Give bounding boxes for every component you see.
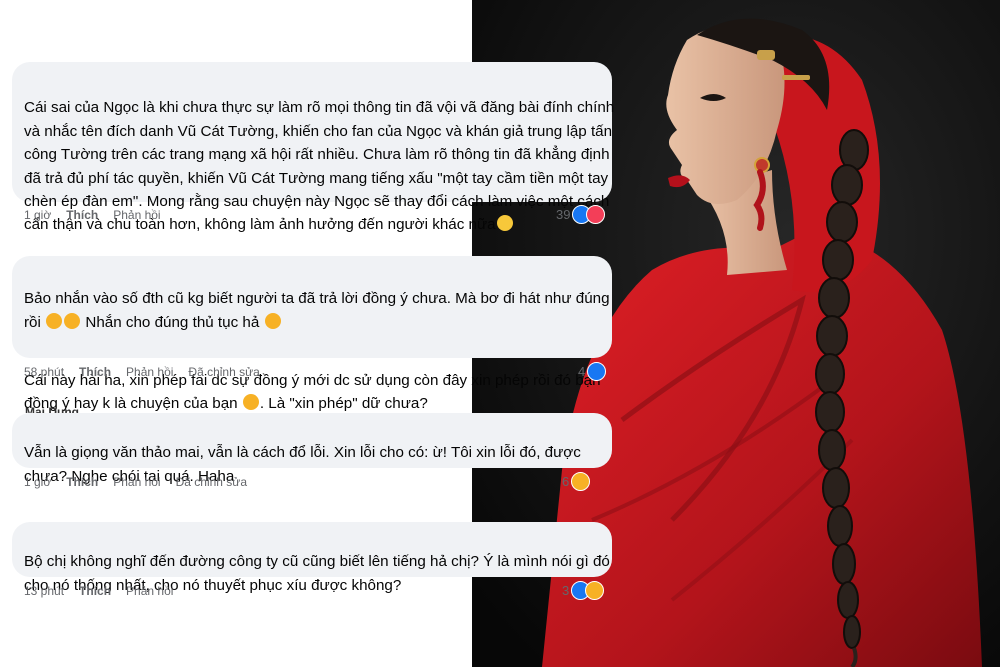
- like-link[interactable]: Thích: [79, 584, 111, 598]
- like-link[interactable]: Thích: [79, 365, 111, 379]
- haha-icon: [585, 581, 605, 600]
- reaction-summary-1[interactable]: 39: [556, 205, 606, 224]
- comment-2-paragraph-1-tail: Nhắn cho đúng thủ tục hả: [85, 313, 260, 331]
- comment-actions-4: 13 phút Thích Phản hồi: [24, 584, 188, 598]
- grin-sweat-emoji-icon: [242, 394, 259, 411]
- rofl-emoji-icon: [46, 312, 63, 329]
- reaction-summary-3[interactable]: 6: [562, 472, 591, 491]
- comment-time: 13 phút: [24, 584, 65, 598]
- reply-link[interactable]: Phản hồi: [113, 208, 160, 222]
- comment-actions-3: 1 giờ Thích Phản hồi Đã chỉnh sửa: [24, 475, 262, 489]
- love-icon: [586, 205, 606, 224]
- comment-2-paragraph-1: Bảo nhắn vào số đth cũ kg biết người ta …: [24, 287, 610, 334]
- like-link[interactable]: Thích: [66, 208, 98, 222]
- reaction-count: 4: [578, 364, 586, 379]
- comment-time: 58 phút: [24, 365, 65, 379]
- reply-link[interactable]: Phản hồi: [113, 475, 160, 489]
- like-icon: [587, 362, 607, 381]
- rofl-emoji-icon: [64, 312, 81, 329]
- rofl-emoji-icon: [264, 312, 281, 329]
- reaction-summary-2[interactable]: 4: [578, 362, 607, 381]
- like-link[interactable]: Thích: [66, 475, 98, 489]
- comment-actions-2: 58 phút Thích Phản hồi Đã chỉnh sửa: [24, 365, 275, 379]
- reaction-summary-4[interactable]: 3: [562, 581, 605, 600]
- comment-time: 1 giờ: [24, 208, 52, 222]
- reply-link[interactable]: Phản hồi: [126, 584, 173, 598]
- reaction-count: 6: [562, 474, 570, 489]
- edited-label: Đã chỉnh sửa: [175, 475, 247, 489]
- comment-author-partial[interactable]: Mai Dung: [25, 406, 79, 413]
- smile-emoji-icon: [496, 215, 513, 232]
- comment-2-paragraph-2-tail: . Là "xin phép" dữ chưa?: [259, 395, 428, 413]
- reaction-count: 3: [562, 583, 570, 598]
- edited-label: Đã chỉnh sửa: [188, 365, 260, 379]
- reaction-count: 39: [556, 207, 571, 222]
- comment-actions-1: 1 giờ Thích Phản hồi: [24, 208, 176, 222]
- haha-icon: [571, 472, 591, 491]
- reply-link[interactable]: Phản hồi: [126, 365, 173, 379]
- comment-time: 1 giờ: [24, 475, 52, 489]
